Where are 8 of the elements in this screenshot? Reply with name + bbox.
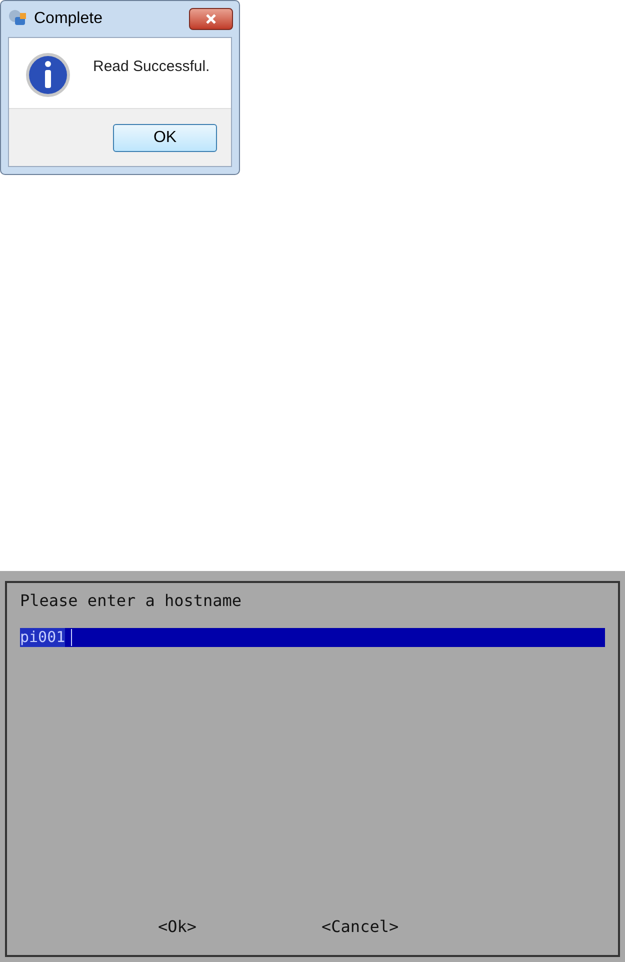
field-value: pi001 [20, 628, 66, 647]
prompt-text: Please enter a hostname [20, 591, 242, 611]
window-title: Complete [34, 9, 102, 29]
dialog-button[interactable]: <Ok> [158, 917, 197, 937]
dialog-button[interactable]: <Cancel> [322, 917, 399, 937]
hostname-field[interactable]: pi001 [20, 628, 605, 647]
ok-button[interactable]: OK [113, 124, 217, 152]
message-text: Read Successful. [93, 57, 210, 77]
